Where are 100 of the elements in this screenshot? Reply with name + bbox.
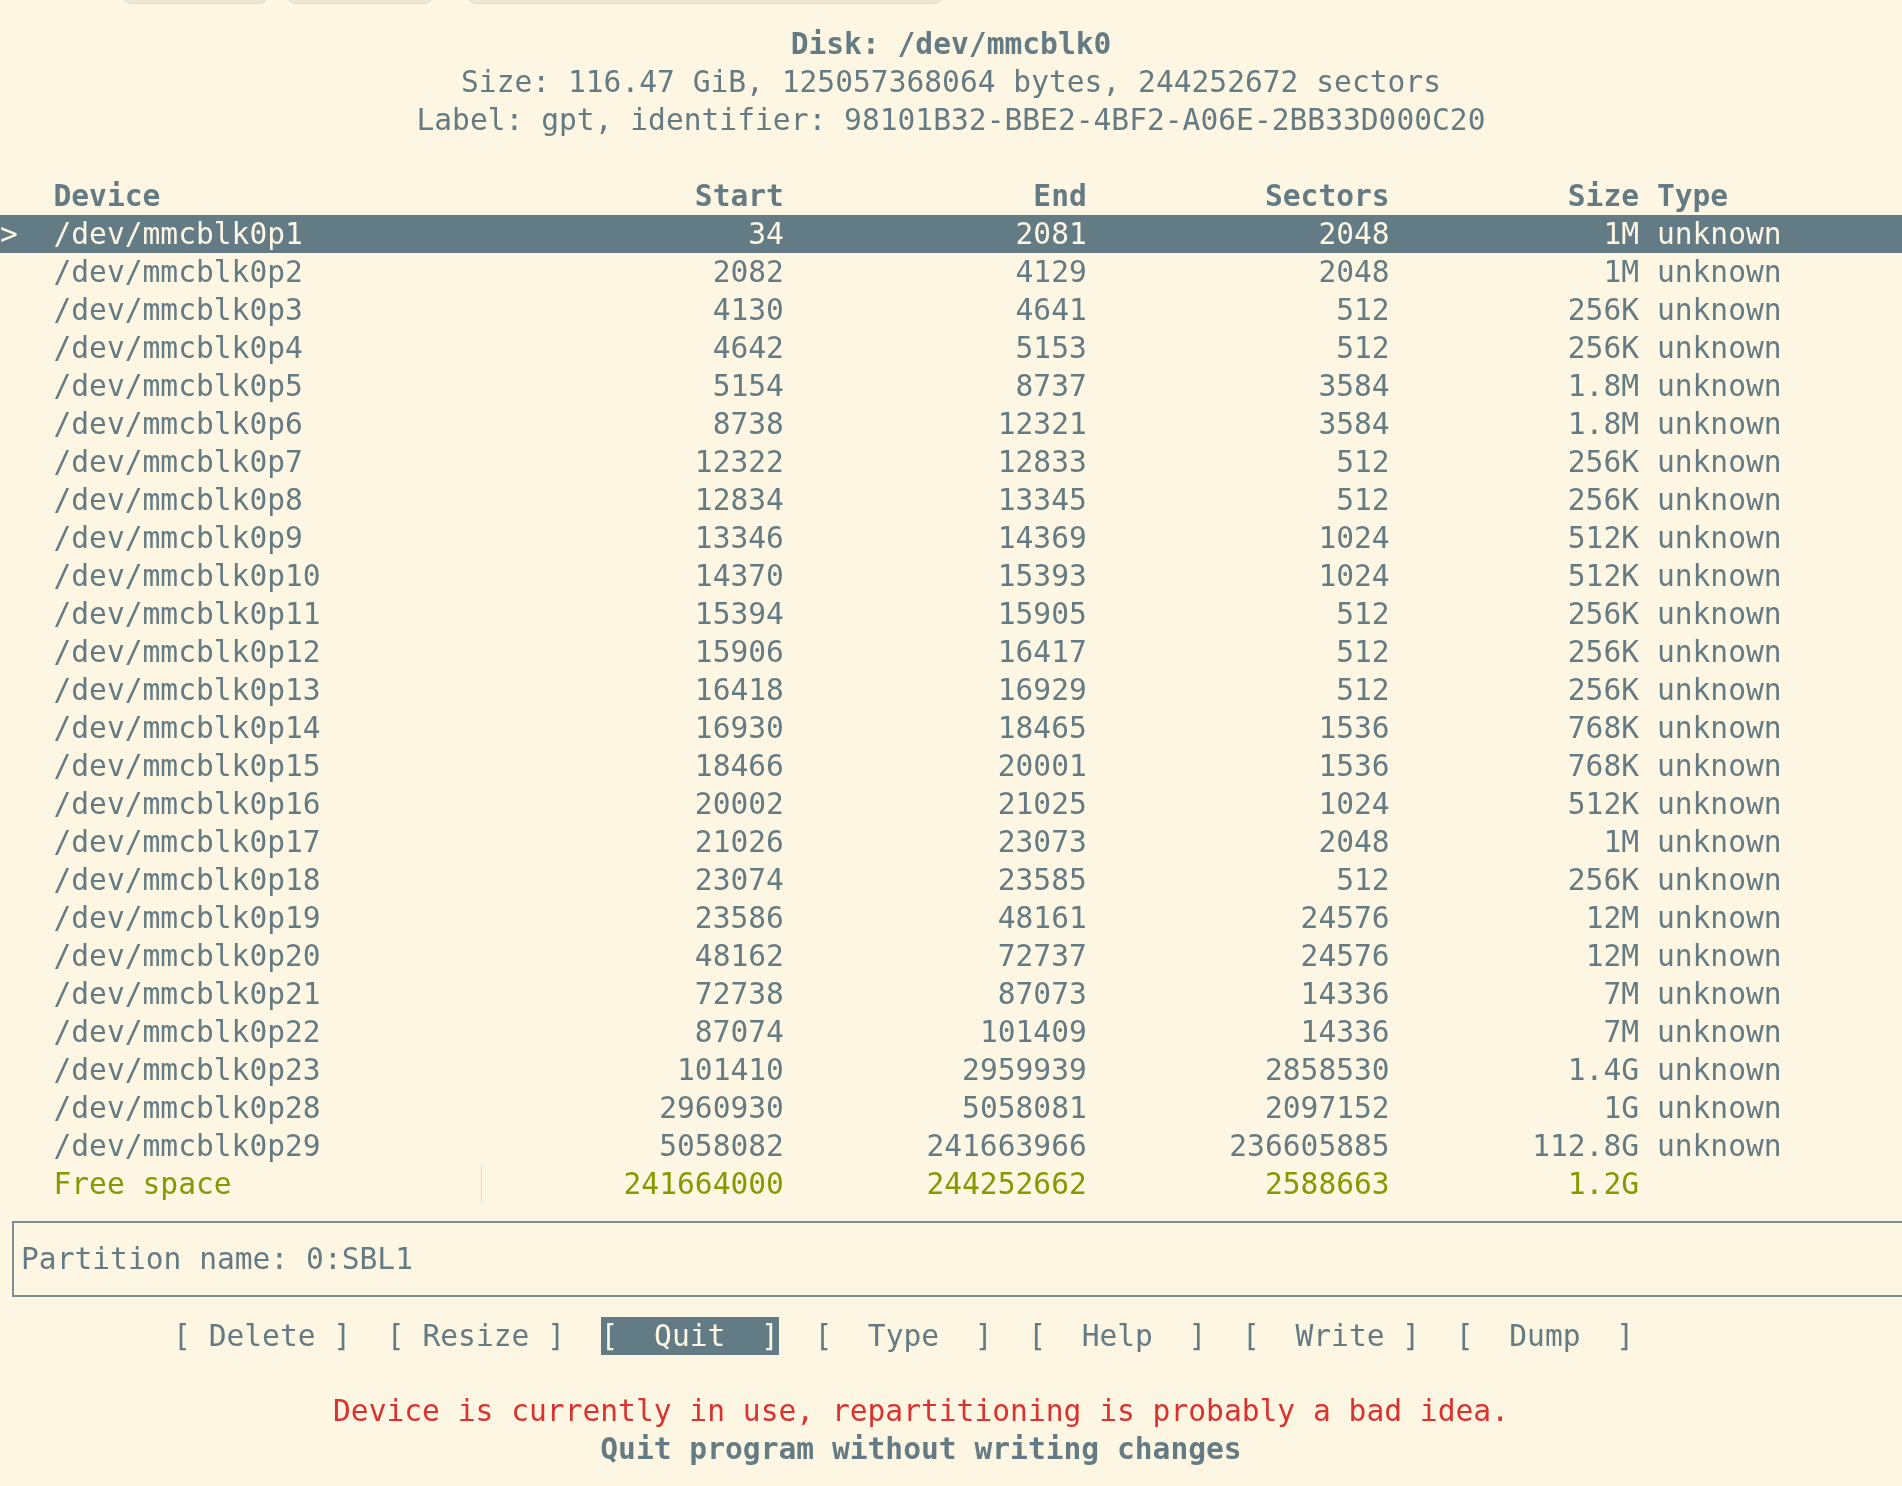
table-cell: 256K bbox=[1567, 445, 1640, 479]
table-cell: /dev/mmcblk0p17 bbox=[53, 825, 321, 859]
table-cell: 21025 bbox=[997, 787, 1087, 821]
partition-row[interactable]: /dev/mmcblk0p23 101410 2959939 2858530 1.4G unknown bbox=[0, 1051, 1902, 1089]
table-cell: 16929 bbox=[997, 673, 1087, 707]
table-cell: 1.4G bbox=[1567, 1053, 1640, 1087]
partition-row[interactable]: /dev/mmcblk0p11 15394 15905 512 256K unknown bbox=[0, 595, 1902, 633]
partition-row[interactable]: /dev/mmcblk0p3 4130 4641 512 256K unknown bbox=[0, 291, 1902, 329]
table-cell: 512 bbox=[1336, 331, 1390, 365]
partition-row[interactable]: /dev/mmcblk0p20 48162 72737 24576 12M unknown bbox=[0, 937, 1902, 975]
partition-row[interactable]: /dev/mmcblk0p2 2082 4129 2048 1M unknown bbox=[0, 253, 1902, 291]
table-cell: unknown bbox=[1656, 787, 1782, 821]
table-cell: unknown bbox=[1656, 825, 1782, 859]
table-cell: 1M bbox=[1603, 217, 1640, 251]
table-cell: /dev/mmcblk0p14 bbox=[53, 711, 321, 745]
partition-row[interactable]: /dev/mmcblk0p4 4642 5153 512 256K unknown bbox=[0, 329, 1902, 367]
partition-row[interactable]: /dev/mmcblk0p7 12322 12833 512 256K unknown bbox=[0, 443, 1902, 481]
partition-row[interactable]: /dev/mmcblk0p10 14370 15393 1024 512K unknown bbox=[0, 557, 1902, 595]
table-cell: unknown bbox=[1656, 331, 1782, 365]
table-cell: 7M bbox=[1603, 1015, 1640, 1049]
table-cell: 2048 bbox=[1318, 217, 1390, 251]
table-cell: unknown bbox=[1656, 977, 1782, 1011]
table-cell: 2081 bbox=[1015, 217, 1087, 251]
partition-row[interactable]: /dev/mmcblk0p22 87074 101409 14336 7M unknown bbox=[0, 1013, 1902, 1051]
partition-row[interactable]: /dev/mmcblk0p8 12834 13345 512 256K unknown bbox=[0, 481, 1902, 519]
table-cell: 5058082 bbox=[659, 1129, 784, 1163]
table-cell: unknown bbox=[1656, 1015, 1782, 1049]
partition-row[interactable]: /dev/mmcblk0p15 18466 20001 1536 768K unknown bbox=[0, 747, 1902, 785]
table-cell: /dev/mmcblk0p6 bbox=[53, 407, 303, 441]
table-cell: 1536 bbox=[1318, 711, 1390, 745]
partition-row[interactable]: /dev/mmcblk0p12 15906 16417 512 256K unknown bbox=[0, 633, 1902, 671]
table-cell: 1.2G bbox=[1567, 1167, 1640, 1201]
partition-row[interactable]: /dev/mmcblk0p6 8738 12321 3584 1.8M unknown bbox=[0, 405, 1902, 443]
table-cell: 4129 bbox=[1015, 255, 1087, 289]
table-cell: /dev/mmcblk0p1 bbox=[53, 217, 303, 251]
partition-row[interactable]: /dev/mmcblk0p21 72738 87073 14336 7M unknown bbox=[0, 975, 1902, 1013]
table-cell: 8738 bbox=[712, 407, 784, 441]
table-cell: 16417 bbox=[997, 635, 1087, 669]
partition-row[interactable]: /dev/mmcblk0p17 21026 23073 2048 1M unknown bbox=[0, 823, 1902, 861]
partition-row[interactable]: /dev/mmcblk0p29 5058082 241663966 236605885 112.8G unknown bbox=[0, 1127, 1902, 1165]
column-header: Device bbox=[53, 179, 161, 213]
menu-button[interactable]: [ Resize ] bbox=[386, 1317, 565, 1355]
table-cell: 4642 bbox=[712, 331, 784, 365]
table-cell: 48161 bbox=[997, 901, 1087, 935]
table-cell: 16418 bbox=[694, 673, 784, 707]
menu-button[interactable]: [ Type ] bbox=[814, 1317, 993, 1355]
table-cell: 5058081 bbox=[962, 1091, 1087, 1125]
table-cell: 101410 bbox=[677, 1053, 784, 1087]
menu-button[interactable]: [ Write ] bbox=[1242, 1317, 1421, 1355]
table-cell: 18465 bbox=[997, 711, 1087, 745]
table-cell: unknown bbox=[1656, 217, 1782, 251]
table-cell: 244252662 bbox=[926, 1167, 1087, 1201]
table-cell: /dev/mmcblk0p15 bbox=[53, 749, 321, 783]
free-space-row[interactable]: Free space 241664000 244252662 2588663 1.2G bbox=[0, 1165, 1902, 1203]
table-cell: 1M bbox=[1603, 825, 1640, 859]
table-cell: 2048 bbox=[1318, 825, 1390, 859]
disk-label-text: Label: gpt, identifier: 98101B32-BBE2-4BF2-A06E-2BB33D000C20 bbox=[416, 103, 1486, 137]
partition-row[interactable]: /dev/mmcblk0p13 16418 16929 512 256K unknown bbox=[0, 671, 1902, 709]
column-header: Size bbox=[1567, 179, 1640, 213]
menu-button[interactable]: [ Delete ] bbox=[173, 1317, 352, 1355]
table-cell: /dev/mmcblk0p18 bbox=[53, 863, 321, 897]
table-cell: 512K bbox=[1567, 559, 1640, 593]
partition-row[interactable]: /dev/mmcblk0p5 5154 8737 3584 1.8M unknown bbox=[0, 367, 1902, 405]
table-cell: unknown bbox=[1656, 863, 1782, 897]
table-cell: 768K bbox=[1567, 749, 1640, 783]
partition-row[interactable]: /dev/mmcblk0p28 2960930 5058081 2097152 1G unknown bbox=[0, 1089, 1902, 1127]
table-cell: 15905 bbox=[997, 597, 1087, 631]
table-cell: 1536 bbox=[1318, 749, 1390, 783]
partition-row[interactable]: /dev/mmcblk0p18 23074 23585 512 256K unknown bbox=[0, 861, 1902, 899]
table-cell: 101409 bbox=[979, 1015, 1087, 1049]
table-cell: 16930 bbox=[694, 711, 784, 745]
table-cell: 256K bbox=[1567, 597, 1640, 631]
column-header: Type bbox=[1656, 179, 1729, 213]
table-cell: unknown bbox=[1656, 749, 1782, 783]
table-cell: /dev/mmcblk0p3 bbox=[53, 293, 303, 327]
menu-button[interactable]: [ Quit ] bbox=[600, 1317, 779, 1355]
table-cell: 23585 bbox=[997, 863, 1087, 897]
partition-row[interactable]: /dev/mmcblk0p14 16930 18465 1536 768K unknown bbox=[0, 709, 1902, 747]
table-cell: 21026 bbox=[694, 825, 784, 859]
table-cell: 1024 bbox=[1318, 521, 1390, 555]
column-header: Start bbox=[694, 179, 784, 213]
partition-row[interactable]: /dev/mmcblk0p19 23586 48161 24576 12M unknown bbox=[0, 899, 1902, 937]
table-cell: unknown bbox=[1656, 255, 1782, 289]
disk-size-text: Size: 116.47 GiB, 125057368064 bytes, 244252672 sectors bbox=[461, 65, 1441, 99]
table-cell: 20002 bbox=[694, 787, 784, 821]
table-cell: unknown bbox=[1656, 369, 1782, 403]
table-cell: unknown bbox=[1656, 1091, 1782, 1125]
partition-row[interactable]: /dev/mmcblk0p9 13346 14369 1024 512K unknown bbox=[0, 519, 1902, 557]
table-cell: 512 bbox=[1336, 673, 1390, 707]
partition-row[interactable]: /dev/mmcblk0p16 20002 21025 1024 512K unknown bbox=[0, 785, 1902, 823]
menu-button[interactable]: [ Dump ] bbox=[1455, 1317, 1634, 1355]
table-cell: 241664000 bbox=[623, 1167, 784, 1201]
table-cell: 12M bbox=[1585, 939, 1640, 973]
table-cell: 112.8G bbox=[1532, 1129, 1640, 1163]
table-cell: 512K bbox=[1567, 521, 1640, 555]
menu-button[interactable]: [ Help ] bbox=[1028, 1317, 1207, 1355]
table-cell: 15393 bbox=[997, 559, 1087, 593]
table-cell: /dev/mmcblk0p5 bbox=[53, 369, 303, 403]
selected-row[interactable]: > /dev/mmcblk0p1 34 2081 2048 1M unknown bbox=[0, 215, 1902, 253]
table-cell: 23074 bbox=[694, 863, 784, 897]
